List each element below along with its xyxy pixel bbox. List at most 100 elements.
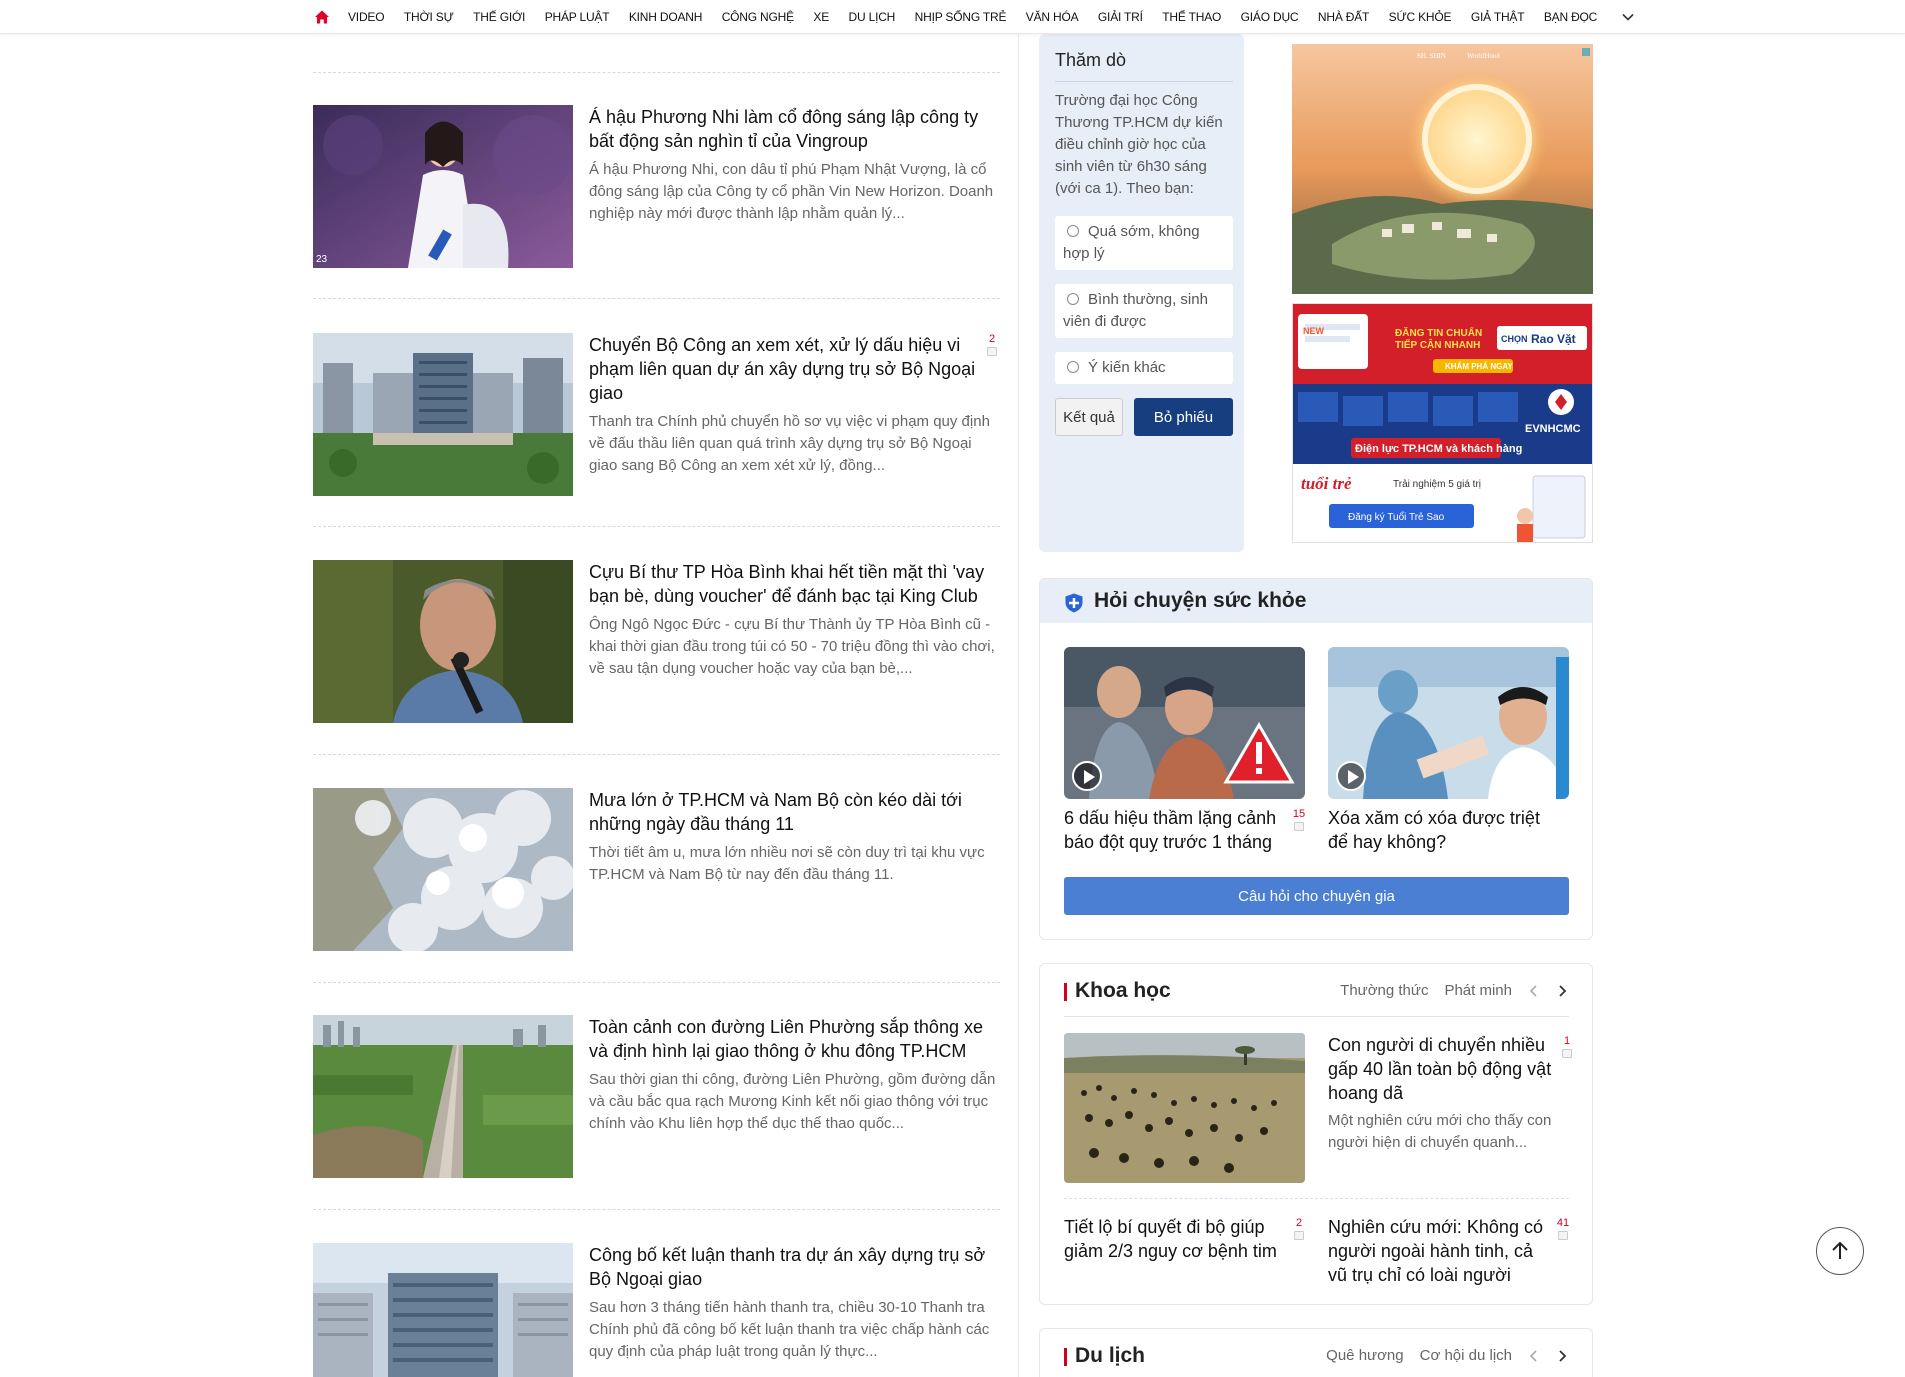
nav-phap-luat[interactable]: PHÁP LUẬT (545, 10, 610, 24)
article-thumbnail[interactable] (313, 333, 573, 496)
article-title[interactable]: Con người di chuyển nhiều gấp 40 lần toà… (1328, 1033, 1560, 1105)
comment-icon (1562, 1049, 1572, 1058)
poll-option-label: Quá sớm, không hợp lý (1063, 223, 1200, 262)
vote-button[interactable]: Bỏ phiếu (1134, 398, 1233, 436)
play-icon[interactable] (1336, 761, 1366, 791)
comment-icon (1294, 822, 1304, 831)
nav-kinh-doanh[interactable]: KINH DOANH (629, 10, 703, 24)
radio-button[interactable] (1067, 361, 1079, 373)
ad-cta: KHÁM PHÁ NGAY (1445, 362, 1513, 371)
article-title[interactable]: Mưa lớn ở TP.HCM và Nam Bộ còn kéo dài t… (589, 788, 989, 836)
nav-giao-duc[interactable]: GIÁO DỤC (1241, 10, 1299, 24)
article-thumbnail[interactable] (313, 560, 573, 723)
tab-thuong-thuc[interactable]: Thường thức (1340, 982, 1428, 999)
new-badge: NEW (1303, 326, 1325, 336)
article-thumbnail[interactable] (1064, 1033, 1305, 1183)
ask-expert-button[interactable]: Câu hỏi cho chuyên gia (1064, 877, 1569, 915)
comment-count[interactable]: 41 (1556, 1217, 1570, 1240)
divider (313, 754, 1000, 755)
advertisement-banner[interactable]: SH. SHIN WorldHotel (1292, 44, 1593, 294)
nav-ban-doc[interactable]: BẠN ĐỌC (1544, 10, 1597, 24)
advertisement-banner[interactable]: NEW ĐĂNG TIN CHUẨN TIẾP CẬN NHANH CHỌN R… (1292, 303, 1593, 543)
section-tabs: Thường thức Phát minh (1324, 982, 1568, 999)
radio-button[interactable] (1067, 293, 1079, 305)
article-thumbnail[interactable] (313, 1243, 573, 1377)
article-title[interactable]: Công bố kết luận thanh tra dự án xây dựn… (589, 1243, 989, 1291)
nav-xe[interactable]: XE (813, 10, 829, 24)
nav-gia-that[interactable]: GIẢ THẬT (1471, 10, 1525, 24)
article-summary: Ông Ngô Ngọc Đức - cựu Bí thư Thành ủy T… (589, 616, 995, 677)
chevron-left-icon[interactable] (1528, 984, 1540, 998)
nav-nha-dat[interactable]: NHÀ ĐẤT (1318, 10, 1369, 24)
poll-option[interactable]: Ý kiến khác (1055, 352, 1233, 384)
comment-count[interactable]: 1 (1560, 1035, 1574, 1058)
video-title[interactable]: 6 dấu hiệu thầm lặng cảnh báo đột quỵ tr… (1064, 806, 1286, 854)
article-summary: Á hậu Phương Nhi, con dâu tỉ phú Phạm Nh… (589, 161, 994, 222)
image-caption: 23 (316, 254, 328, 265)
article-title[interactable]: Toàn cảnh con đường Liên Phường sắp thôn… (589, 1015, 989, 1063)
chevron-left-icon[interactable] (1528, 1349, 1540, 1363)
result-button[interactable]: Kết quả (1055, 398, 1123, 436)
comment-icon (1558, 1231, 1568, 1240)
poll-option[interactable]: Bình thường, sinh viên đi được (1055, 284, 1233, 338)
divider (313, 72, 1000, 73)
article-title[interactable]: Nghiên cứu mới: Không có người ngoài hàn… (1328, 1215, 1550, 1287)
tab-phat-minh[interactable]: Phát minh (1444, 982, 1512, 999)
article-summary: Sau hơn 3 tháng tiến hành thanh tra, chi… (589, 1299, 990, 1360)
divider (1064, 1016, 1569, 1017)
video-thumbnail[interactable] (1064, 647, 1305, 799)
section-title[interactable]: Du lịch (1064, 1344, 1145, 1368)
article-title[interactable]: Chuyển Bộ Công an xem xét, xử lý dấu hiệ… (589, 333, 989, 405)
section-title[interactable]: Khoa học (1064, 979, 1171, 1003)
back-to-top-button[interactable] (1816, 1227, 1864, 1275)
nav-suc-khoe[interactable]: SỨC KHỎE (1389, 10, 1452, 24)
play-icon[interactable] (1072, 761, 1102, 791)
video-title[interactable]: Xóa xăm có xóa được triệt để hay không? (1328, 806, 1550, 854)
science-section: Khoa học Thường thức Phát minh Con người… (1039, 963, 1593, 1305)
nav-cong-nghe[interactable]: CÔNG NGHỆ (722, 10, 794, 24)
nav-nhip-song-tre[interactable]: NHỊP SỐNG TRẺ (915, 10, 1007, 24)
shield-icon (1065, 593, 1083, 613)
nav-du-lich[interactable]: DU LỊCH (849, 10, 896, 24)
article-item[interactable]: 23 Á hậu Phương Nhi làm cổ đông sáng lập… (313, 105, 1000, 271)
article-thumbnail[interactable] (313, 1015, 573, 1178)
chevron-down-icon[interactable] (1621, 10, 1635, 24)
divider (313, 982, 1000, 983)
article-item[interactable]: Cựu Bí thư TP Hòa Bình khai hết tiền mặt… (313, 560, 1000, 726)
article-title[interactable]: Tiết lộ bí quyết đi bộ giúp giảm 2/3 ngu… (1064, 1215, 1286, 1263)
nav-the-thao[interactable]: THỂ THAO (1162, 10, 1221, 24)
article-title[interactable]: Á hậu Phương Nhi làm cổ đông sáng lập cô… (589, 105, 989, 153)
section-title[interactable]: Hỏi chuyện sức khỏe (1094, 589, 1306, 613)
comment-count[interactable]: 15 (1292, 808, 1306, 831)
article-item[interactable]: Chuyển Bộ Công an xem xét, xử lý dấu hiệ… (313, 333, 1000, 499)
article-summary: Sau thời gian thi công, đường Liên Phườn… (589, 1071, 996, 1132)
article-item[interactable]: Công bố kết luận thanh tra dự án xây dựn… (313, 1243, 1000, 1377)
nav-giai-tri[interactable]: GIẢI TRÍ (1098, 10, 1143, 24)
nav-van-hoa[interactable]: VĂN HÓA (1026, 10, 1079, 24)
nav-items: VIDEO THỜI SỰ THẾ GIỚI PHÁP LUẬT KINH DO… (314, 0, 1635, 34)
comment-number: 2 (1295, 1217, 1303, 1229)
chevron-right-icon[interactable] (1556, 984, 1568, 998)
tab-que-huong[interactable]: Quê hương (1326, 1347, 1403, 1364)
article-item[interactable]: Toàn cảnh con đường Liên Phường sắp thôn… (313, 1015, 1000, 1181)
nav-the-gioi[interactable]: THẾ GIỚI (473, 10, 525, 24)
video-thumbnail[interactable] (1328, 647, 1569, 799)
nav-video[interactable]: VIDEO (348, 10, 385, 24)
comment-count[interactable]: 2 (1292, 1217, 1306, 1240)
comment-count[interactable]: 2 (985, 333, 999, 356)
poll-option[interactable]: Quá sớm, không hợp lý (1055, 216, 1233, 270)
chevron-right-icon[interactable] (1556, 1349, 1568, 1363)
ad-brand: Rao Vặt (1531, 332, 1576, 346)
article-thumbnail[interactable]: 23 (313, 105, 573, 268)
nav-thoi-su[interactable]: THỜI SỰ (404, 10, 454, 24)
divider (1055, 81, 1233, 82)
evn-logo: EVNHCMC (1525, 423, 1581, 435)
radio-button[interactable] (1067, 225, 1079, 237)
comment-number: 41 (1556, 1217, 1570, 1229)
home-icon[interactable] (314, 9, 330, 25)
article-title[interactable]: Cựu Bí thư TP Hòa Bình khai hết tiền mặt… (589, 560, 989, 608)
article-item[interactable]: Mưa lớn ở TP.HCM và Nam Bộ còn kéo dài t… (313, 788, 1000, 954)
evn-caption: Điện lực TP.HCM và khách hàng (1355, 443, 1522, 455)
tab-co-hoi-du-lich[interactable]: Cơ hội du lịch (1420, 1347, 1512, 1364)
article-thumbnail[interactable] (313, 788, 573, 951)
